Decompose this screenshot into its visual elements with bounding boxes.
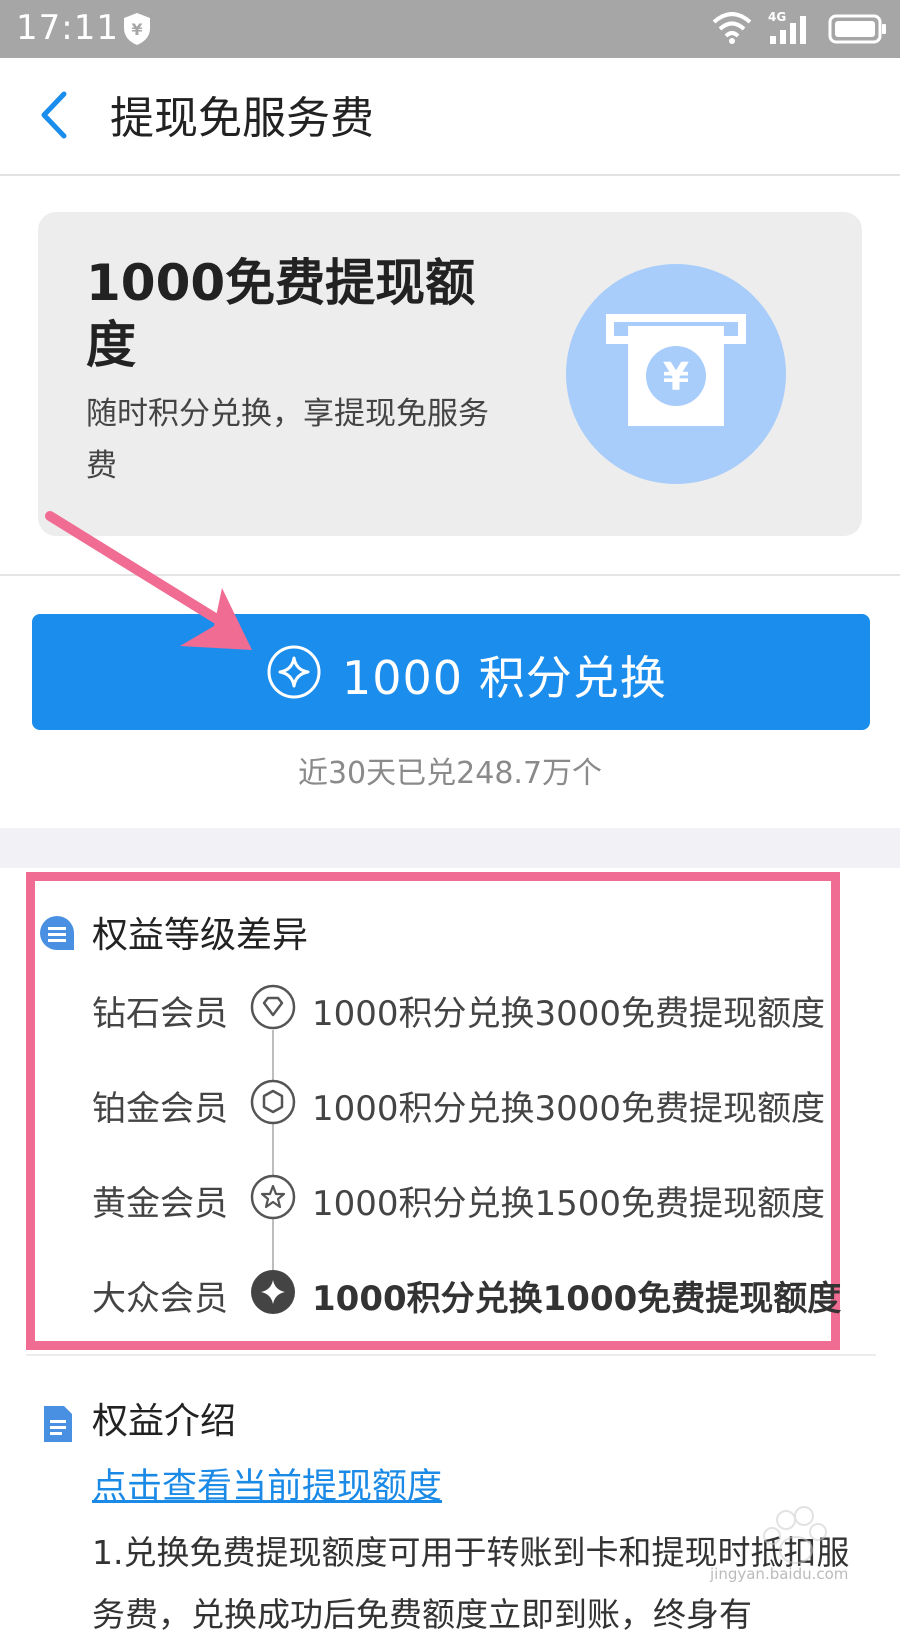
level-name: 大众会员 bbox=[92, 1279, 228, 1319]
atm-withdraw-icon: ¥ bbox=[566, 264, 786, 484]
divider bbox=[0, 574, 900, 576]
exchange-button[interactable]: 1000 积分兑换 bbox=[32, 614, 870, 730]
hexagon-icon bbox=[250, 1079, 296, 1125]
timeline-line bbox=[272, 1030, 274, 1280]
wifi-icon bbox=[712, 12, 752, 44]
level-desc: 1000积分兑换3000免费提现额度 bbox=[312, 1089, 826, 1129]
sparkle-icon bbox=[267, 645, 321, 699]
level-name: 钻石会员 bbox=[92, 994, 228, 1034]
svg-text:¥: ¥ bbox=[131, 20, 142, 39]
level-row: 铂金会员 1000积分兑换3000免费提现额度 bbox=[0, 1073, 900, 1133]
watermark-text: jingyan.baidu.com bbox=[710, 1565, 849, 1583]
chat-bubble-icon bbox=[40, 916, 74, 950]
level-row: 黄金会员 1000积分兑换1500免费提现额度 bbox=[0, 1168, 900, 1228]
svg-text:¥: ¥ bbox=[663, 355, 689, 399]
card-title: 1000免费提现额度 bbox=[86, 254, 476, 374]
diamond-icon bbox=[250, 984, 296, 1030]
exchange-button-label: 1000 积分兑换 bbox=[342, 651, 667, 705]
card-description: 随时积分兑换，享提现免服务费 bbox=[86, 396, 489, 484]
exchange-stat: 近30天已兑248.7万个 bbox=[297, 756, 603, 791]
signal-icon bbox=[770, 16, 806, 44]
divider bbox=[26, 1354, 876, 1356]
level-name: 铂金会员 bbox=[92, 1089, 228, 1129]
nav-header: 提现免服务费 bbox=[0, 58, 900, 176]
star-icon bbox=[250, 1174, 296, 1220]
levels-section-title: 权益等级差异 bbox=[92, 915, 309, 956]
document-icon bbox=[44, 1406, 72, 1442]
shield-icon: ¥ bbox=[124, 13, 150, 45]
back-arrow-icon[interactable] bbox=[36, 88, 72, 142]
battery-icon bbox=[828, 14, 886, 44]
quota-card: 1000免费提现额度 随时积分兑换，享提现免服务费 ¥ bbox=[38, 212, 862, 536]
level-row: 钻石会员 1000积分兑换3000免费提现额度 bbox=[0, 978, 900, 1038]
status-bar: 17:11 ¥ 4G bbox=[0, 0, 900, 58]
level-row: 大众会员 1000积分兑换1000免费提现额度 bbox=[0, 1263, 900, 1323]
view-quota-link[interactable]: 点击查看当前提现额度 bbox=[92, 1458, 442, 1509]
page-title: 提现免服务费 bbox=[110, 93, 374, 144]
intro-section-title: 权益介绍 bbox=[92, 1401, 237, 1442]
status-time: 17:11 bbox=[16, 8, 119, 48]
level-desc: 1000积分兑换3000免费提现额度 bbox=[312, 994, 826, 1034]
level-name: 黄金会员 bbox=[92, 1184, 228, 1224]
level-desc: 1000积分兑换1500免费提现额度 bbox=[312, 1184, 826, 1224]
section-gap bbox=[0, 828, 900, 868]
sparkle-icon bbox=[251, 1270, 295, 1314]
level-desc-current: 1000积分兑换1000免费提现额度 bbox=[312, 1279, 842, 1319]
